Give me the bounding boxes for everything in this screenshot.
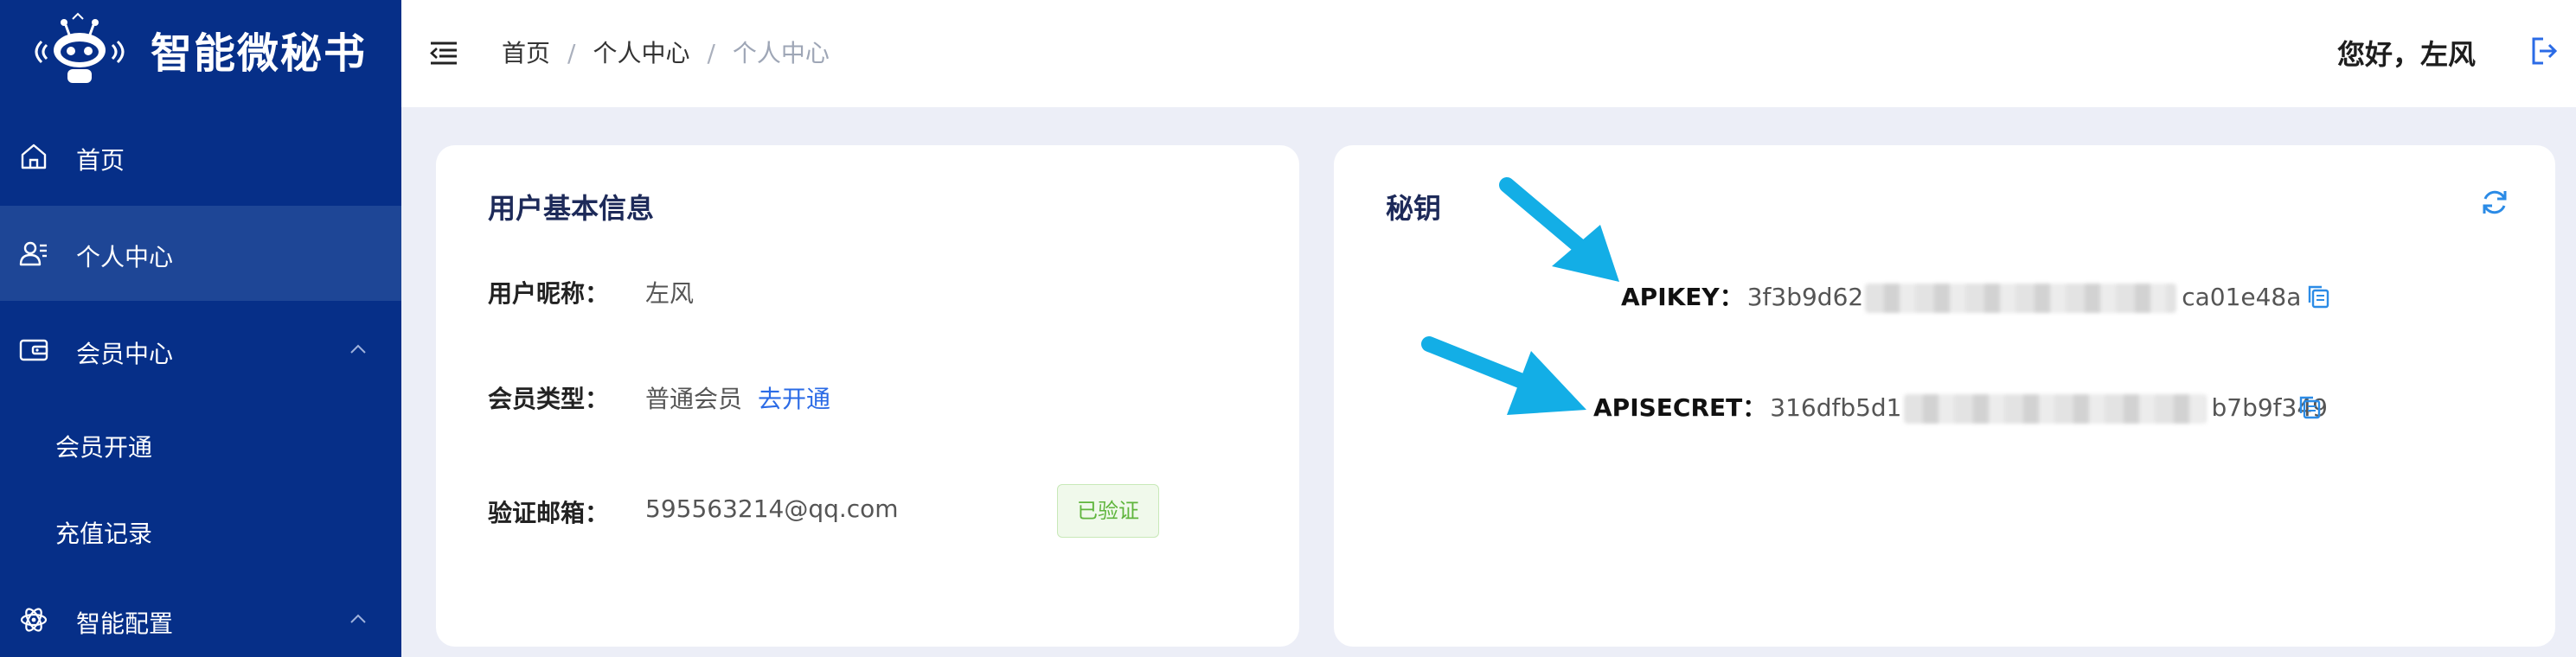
verified-badge: 已验证: [1057, 484, 1159, 538]
apisecret-row: APISECRET： 316dfb5d1 b7b9f349: [1593, 389, 2328, 424]
chevron-up-icon: [350, 344, 366, 354]
user-greeting[interactable]: 您好，左风: [2337, 33, 2476, 73]
sidebar-item-label: 充值记录: [55, 520, 153, 548]
copy-apikey-icon[interactable]: [2306, 284, 2330, 309]
breadcrumb-profile[interactable]: 个人中心: [593, 39, 689, 67]
logout-icon[interactable]: [2529, 36, 2559, 66]
sidebar-item-smart-config[interactable]: 智能配置: [0, 572, 401, 657]
apikey-label: APIKEY：: [1621, 283, 1744, 311]
redacted-mask: [1865, 284, 2177, 313]
sidebar-item-label: 会员中心: [76, 340, 174, 368]
top-header: 首页 / 个人中心 / 个人中心 您好，左风: [401, 0, 2576, 107]
breadcrumb-home[interactable]: 首页: [502, 39, 550, 67]
email-label: 验证邮箱：: [488, 499, 610, 527]
user-info-card: 用户基本信息 用户昵称： 左风 会员类型： 普通会员 去开通 验证邮箱： 5955…: [436, 145, 1299, 647]
redacted-mask: [1903, 394, 2207, 424]
card-title: 秘钥: [1386, 192, 1442, 225]
brand-name: 智能微秘书: [151, 29, 368, 78]
robot-logo-icon: [35, 12, 125, 83]
sidebar-item-profile[interactable]: 个人中心: [0, 206, 401, 301]
sidebar-item-recharge-records[interactable]: 充值记录: [0, 486, 401, 572]
member-type-label: 会员类型：: [488, 385, 610, 413]
apikey-row: APIKEY： 3f3b9d62 ca01e48a: [1621, 278, 2301, 313]
home-icon: [21, 144, 47, 169]
chevron-up-icon: [350, 614, 366, 623]
sidebar: 智能微秘书 首页 个人中心 会员中心 会员开通 充值记录 智能配置: [0, 0, 401, 657]
annotation-arrow-icon: [1499, 177, 1619, 282]
activate-membership-link[interactable]: 去开通: [758, 385, 830, 413]
refresh-icon[interactable]: [2479, 187, 2510, 218]
card-title: 用户基本信息: [488, 192, 655, 225]
breadcrumb-current: 个人中心: [732, 39, 830, 67]
nickname-label: 用户昵称：: [488, 279, 610, 308]
sidebar-item-membership[interactable]: 会员中心: [0, 303, 401, 398]
member-type-value: 普通会员: [645, 385, 743, 413]
sidebar-item-label: 首页: [76, 146, 125, 175]
sidebar-item-label: 智能配置: [76, 609, 174, 638]
wallet-icon: [19, 339, 48, 361]
apisecret-value-start: 316dfb5d1: [1770, 393, 1902, 422]
sidebar-item-label: 个人中心: [76, 243, 174, 271]
breadcrumb-separator: /: [707, 39, 715, 67]
brand[interactable]: 智能微秘书: [0, 0, 401, 95]
breadcrumb-separator: /: [567, 39, 576, 67]
apisecret-label: APISECRET：: [1593, 393, 1767, 422]
apikey-value-start: 3f3b9d62: [1746, 283, 1864, 311]
email-value: 595563214@qq.com: [645, 494, 899, 523]
atom-icon: [20, 608, 48, 632]
sidebar-item-home[interactable]: 首页: [0, 109, 401, 204]
sidebar-item-member-open[interactable]: 会员开通: [0, 399, 401, 486]
menu-collapse-icon[interactable]: [429, 38, 458, 67]
annotation-arrow-icon: [1421, 336, 1586, 415]
user-card-icon: [19, 241, 47, 266]
copy-apisecret-icon[interactable]: [2297, 394, 2322, 420]
apikey-value-end: ca01e48a: [2182, 283, 2302, 311]
nickname-value: 左风: [645, 279, 695, 308]
secret-key-card: 秘钥 APIKEY： 3f3b9d62 ca01e48a APISECRET： 316…: [1334, 145, 2555, 647]
member-type-row: 普通会员 去开通: [645, 380, 830, 415]
breadcrumb: 首页 / 个人中心 / 个人中心: [502, 35, 830, 69]
sidebar-item-label: 会员开通: [55, 433, 153, 462]
